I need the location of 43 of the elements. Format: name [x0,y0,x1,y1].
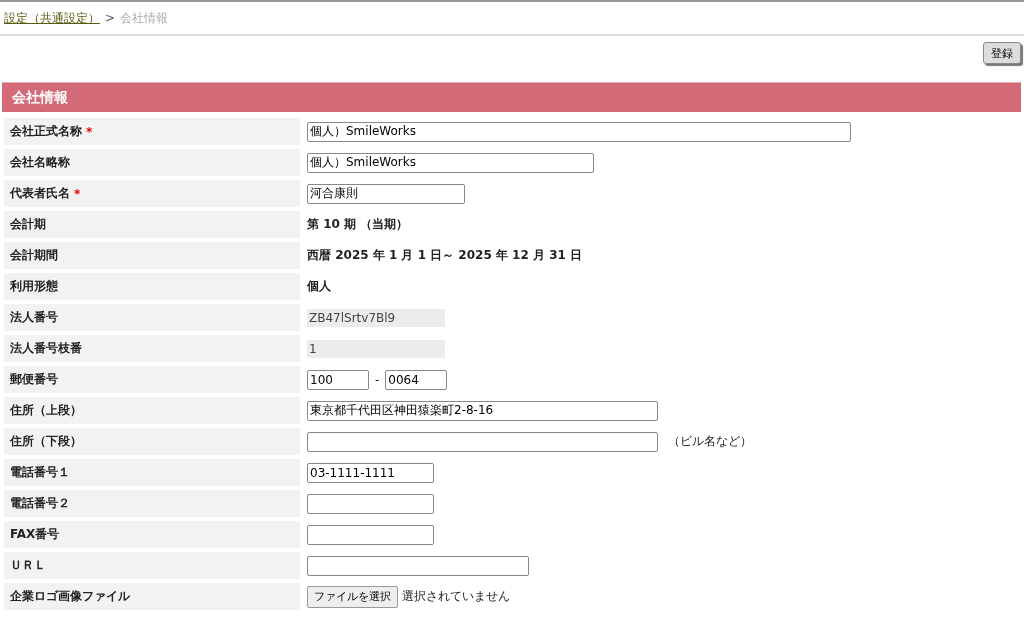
field-label: 代表者氏名 * [4,180,300,207]
field-label: 会社名略称 [4,149,300,176]
postal-code-field[interactable]: 0064 [385,369,448,390]
input-field[interactable] [307,555,529,576]
field-label: 会計期 [4,211,300,238]
input-field[interactable]: 個人）SmileWorks [307,121,851,142]
postal-separator: - [375,372,380,387]
input-field[interactable]: 個人）SmileWorks [307,152,594,173]
input-field[interactable]: 河合康則 [307,183,465,204]
field-label: 郵便番号 [4,366,300,393]
field-label: 住所（下段） [4,428,300,455]
postal-code-field[interactable]: 100 [307,369,369,390]
field-value: 西暦 2025 年 1 月 1 日～ 2025 年 12 月 31 日 [307,247,583,264]
field-label: 法人番号枝番 [4,335,300,362]
readonly-field: ZB47lSrtv7Bl9 [307,308,445,327]
field-label: FAX番号 [4,521,300,548]
field-label: 利用形態 [4,273,300,300]
field-note: （ビル名など） [668,433,752,450]
field-label: 会社正式名称 * [4,118,300,145]
register-button[interactable]: 登録 [983,42,1021,64]
required-mark: * [74,186,81,201]
section-header: 会社情報 [2,82,1021,112]
field-label: 会計期間 [4,242,300,269]
choose-file-button[interactable]: ファイルを選択 [307,585,398,608]
input-field[interactable] [307,524,434,545]
input-field[interactable] [307,493,434,514]
required-mark: * [86,124,93,139]
file-status: 選択されていません [402,588,510,605]
field-label: ＵＲＬ [4,552,300,579]
breadcrumb-separator: > [105,11,116,25]
field-label: 電話番号１ [4,459,300,486]
field-label: 法人番号 [4,304,300,331]
readonly-field: 1 [307,339,445,358]
input-field[interactable] [307,431,658,452]
field-label: 電話番号２ [4,490,300,517]
field-value: 第 10 期 （当期） [307,216,409,233]
field-value: 個人 [307,278,331,295]
breadcrumb-link[interactable]: 設定（共通設定） [4,9,100,27]
input-field[interactable]: 03-1111-1111 [307,462,434,483]
breadcrumb-current: 会社情報 [120,9,169,27]
field-label: 企業ロゴ画像ファイル [4,583,300,610]
field-label: 住所（上段） [4,397,300,424]
input-field[interactable]: 東京都千代田区神田猿楽町2-8-16 [307,400,658,421]
